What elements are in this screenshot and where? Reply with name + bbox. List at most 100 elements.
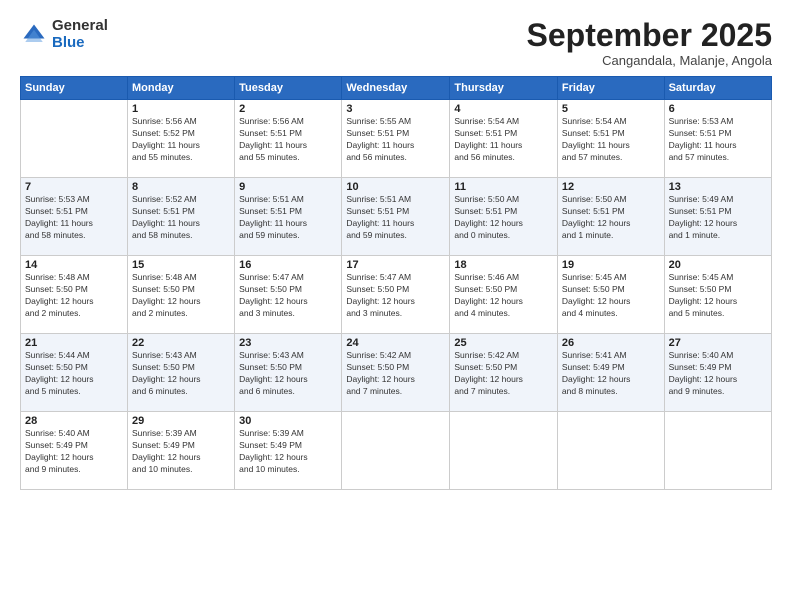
day-number: 26 <box>562 337 660 349</box>
table-row: 4Sunrise: 5:54 AMSunset: 5:51 PMDaylight… <box>450 100 558 178</box>
month-title: September 2025 <box>527 18 772 53</box>
table-row: 1Sunrise: 5:56 AMSunset: 5:52 PMDaylight… <box>128 100 235 178</box>
calendar-week-row: 28Sunrise: 5:40 AMSunset: 5:49 PMDayligh… <box>21 412 772 490</box>
calendar-week-row: 21Sunrise: 5:44 AMSunset: 5:50 PMDayligh… <box>21 334 772 412</box>
col-thursday: Thursday <box>450 77 558 100</box>
day-info: Sunrise: 5:48 AMSunset: 5:50 PMDaylight:… <box>25 272 123 320</box>
table-row: 29Sunrise: 5:39 AMSunset: 5:49 PMDayligh… <box>128 412 235 490</box>
day-number: 20 <box>669 259 767 271</box>
header: General Blue September 2025 Cangandala, … <box>20 18 772 68</box>
day-number: 28 <box>25 415 123 427</box>
day-number: 19 <box>562 259 660 271</box>
table-row: 14Sunrise: 5:48 AMSunset: 5:50 PMDayligh… <box>21 256 128 334</box>
table-row: 6Sunrise: 5:53 AMSunset: 5:51 PMDaylight… <box>664 100 771 178</box>
day-number: 3 <box>346 103 445 115</box>
day-info: Sunrise: 5:47 AMSunset: 5:50 PMDaylight:… <box>346 272 445 320</box>
day-info: Sunrise: 5:53 AMSunset: 5:51 PMDaylight:… <box>25 194 123 242</box>
day-number: 27 <box>669 337 767 349</box>
table-row: 18Sunrise: 5:46 AMSunset: 5:50 PMDayligh… <box>450 256 558 334</box>
day-number: 9 <box>239 181 337 193</box>
day-info: Sunrise: 5:40 AMSunset: 5:49 PMDaylight:… <box>669 350 767 398</box>
day-number: 25 <box>454 337 553 349</box>
logo-icon <box>20 21 48 49</box>
table-row: 28Sunrise: 5:40 AMSunset: 5:49 PMDayligh… <box>21 412 128 490</box>
table-row: 21Sunrise: 5:44 AMSunset: 5:50 PMDayligh… <box>21 334 128 412</box>
day-info: Sunrise: 5:39 AMSunset: 5:49 PMDaylight:… <box>239 428 337 476</box>
day-info: Sunrise: 5:49 AMSunset: 5:51 PMDaylight:… <box>669 194 767 242</box>
day-number: 18 <box>454 259 553 271</box>
col-monday: Monday <box>128 77 235 100</box>
table-row: 3Sunrise: 5:55 AMSunset: 5:51 PMDaylight… <box>342 100 450 178</box>
day-number: 8 <box>132 181 230 193</box>
logo-blue: Blue <box>52 35 108 52</box>
table-row: 9Sunrise: 5:51 AMSunset: 5:51 PMDaylight… <box>235 178 342 256</box>
day-info: Sunrise: 5:44 AMSunset: 5:50 PMDaylight:… <box>25 350 123 398</box>
calendar-table: Sunday Monday Tuesday Wednesday Thursday… <box>20 76 772 490</box>
logo-text: General Blue <box>52 18 108 51</box>
page: General Blue September 2025 Cangandala, … <box>0 0 792 612</box>
day-info: Sunrise: 5:39 AMSunset: 5:49 PMDaylight:… <box>132 428 230 476</box>
day-info: Sunrise: 5:51 AMSunset: 5:51 PMDaylight:… <box>239 194 337 242</box>
day-number: 2 <box>239 103 337 115</box>
day-info: Sunrise: 5:43 AMSunset: 5:50 PMDaylight:… <box>239 350 337 398</box>
day-info: Sunrise: 5:54 AMSunset: 5:51 PMDaylight:… <box>562 116 660 164</box>
day-number: 17 <box>346 259 445 271</box>
day-info: Sunrise: 5:54 AMSunset: 5:51 PMDaylight:… <box>454 116 553 164</box>
table-row: 20Sunrise: 5:45 AMSunset: 5:50 PMDayligh… <box>664 256 771 334</box>
logo: General Blue <box>20 18 108 51</box>
day-number: 29 <box>132 415 230 427</box>
table-row: 10Sunrise: 5:51 AMSunset: 5:51 PMDayligh… <box>342 178 450 256</box>
day-number: 10 <box>346 181 445 193</box>
day-info: Sunrise: 5:47 AMSunset: 5:50 PMDaylight:… <box>239 272 337 320</box>
day-number: 11 <box>454 181 553 193</box>
table-row: 17Sunrise: 5:47 AMSunset: 5:50 PMDayligh… <box>342 256 450 334</box>
calendar-week-row: 14Sunrise: 5:48 AMSunset: 5:50 PMDayligh… <box>21 256 772 334</box>
day-number: 1 <box>132 103 230 115</box>
table-row: 23Sunrise: 5:43 AMSunset: 5:50 PMDayligh… <box>235 334 342 412</box>
table-row: 24Sunrise: 5:42 AMSunset: 5:50 PMDayligh… <box>342 334 450 412</box>
day-info: Sunrise: 5:45 AMSunset: 5:50 PMDaylight:… <box>669 272 767 320</box>
calendar-week-row: 1Sunrise: 5:56 AMSunset: 5:52 PMDaylight… <box>21 100 772 178</box>
logo-general: General <box>52 18 108 35</box>
day-info: Sunrise: 5:55 AMSunset: 5:51 PMDaylight:… <box>346 116 445 164</box>
day-info: Sunrise: 5:56 AMSunset: 5:52 PMDaylight:… <box>132 116 230 164</box>
day-info: Sunrise: 5:50 AMSunset: 5:51 PMDaylight:… <box>454 194 553 242</box>
day-info: Sunrise: 5:48 AMSunset: 5:50 PMDaylight:… <box>132 272 230 320</box>
day-info: Sunrise: 5:42 AMSunset: 5:50 PMDaylight:… <box>346 350 445 398</box>
calendar-week-row: 7Sunrise: 5:53 AMSunset: 5:51 PMDaylight… <box>21 178 772 256</box>
table-row: 12Sunrise: 5:50 AMSunset: 5:51 PMDayligh… <box>557 178 664 256</box>
day-info: Sunrise: 5:46 AMSunset: 5:50 PMDaylight:… <box>454 272 553 320</box>
day-number: 21 <box>25 337 123 349</box>
col-wednesday: Wednesday <box>342 77 450 100</box>
day-number: 7 <box>25 181 123 193</box>
table-row: 2Sunrise: 5:56 AMSunset: 5:51 PMDaylight… <box>235 100 342 178</box>
day-number: 24 <box>346 337 445 349</box>
calendar-header-row: Sunday Monday Tuesday Wednesday Thursday… <box>21 77 772 100</box>
table-row: 11Sunrise: 5:50 AMSunset: 5:51 PMDayligh… <box>450 178 558 256</box>
table-row: 5Sunrise: 5:54 AMSunset: 5:51 PMDaylight… <box>557 100 664 178</box>
day-number: 12 <box>562 181 660 193</box>
table-row: 22Sunrise: 5:43 AMSunset: 5:50 PMDayligh… <box>128 334 235 412</box>
col-sunday: Sunday <box>21 77 128 100</box>
day-number: 30 <box>239 415 337 427</box>
table-row: 25Sunrise: 5:42 AMSunset: 5:50 PMDayligh… <box>450 334 558 412</box>
table-row <box>21 100 128 178</box>
day-number: 6 <box>669 103 767 115</box>
day-number: 14 <box>25 259 123 271</box>
table-row <box>557 412 664 490</box>
col-saturday: Saturday <box>664 77 771 100</box>
day-info: Sunrise: 5:40 AMSunset: 5:49 PMDaylight:… <box>25 428 123 476</box>
col-tuesday: Tuesday <box>235 77 342 100</box>
table-row: 15Sunrise: 5:48 AMSunset: 5:50 PMDayligh… <box>128 256 235 334</box>
table-row: 16Sunrise: 5:47 AMSunset: 5:50 PMDayligh… <box>235 256 342 334</box>
day-info: Sunrise: 5:53 AMSunset: 5:51 PMDaylight:… <box>669 116 767 164</box>
day-number: 23 <box>239 337 337 349</box>
day-number: 15 <box>132 259 230 271</box>
table-row: 26Sunrise: 5:41 AMSunset: 5:49 PMDayligh… <box>557 334 664 412</box>
day-info: Sunrise: 5:45 AMSunset: 5:50 PMDaylight:… <box>562 272 660 320</box>
table-row: 30Sunrise: 5:39 AMSunset: 5:49 PMDayligh… <box>235 412 342 490</box>
table-row: 7Sunrise: 5:53 AMSunset: 5:51 PMDaylight… <box>21 178 128 256</box>
col-friday: Friday <box>557 77 664 100</box>
day-info: Sunrise: 5:50 AMSunset: 5:51 PMDaylight:… <box>562 194 660 242</box>
day-info: Sunrise: 5:51 AMSunset: 5:51 PMDaylight:… <box>346 194 445 242</box>
